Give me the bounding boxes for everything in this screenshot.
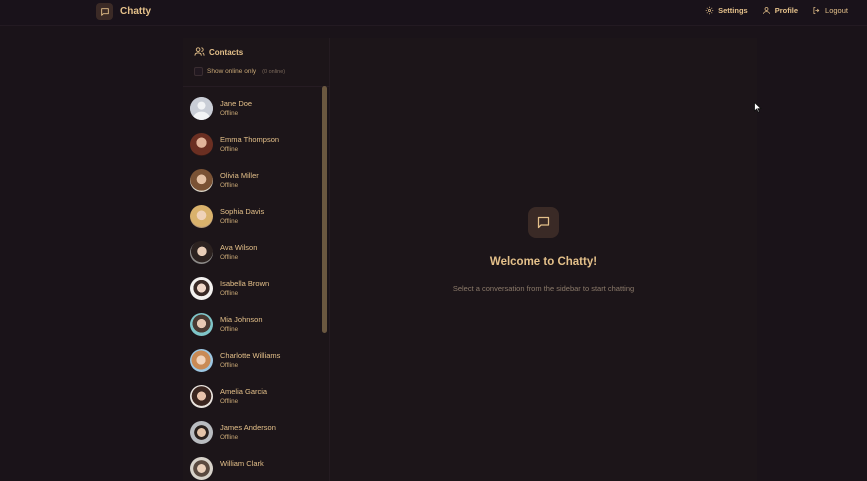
contact-name: Mia Johnson bbox=[220, 315, 263, 324]
settings-link[interactable]: Settings bbox=[705, 6, 748, 15]
settings-label: Settings bbox=[718, 6, 748, 15]
nav-links: Settings Profile Logout bbox=[705, 6, 848, 15]
brand-link[interactable]: Chatty bbox=[96, 3, 151, 20]
contact-name: Emma Thompson bbox=[220, 135, 280, 144]
default-avatar-icon bbox=[190, 97, 213, 120]
chat-bubble-icon bbox=[528, 207, 559, 238]
user-icon bbox=[762, 6, 771, 15]
contact-status: Offline bbox=[220, 290, 239, 297]
contact-item[interactable]: Mia Johnson Offline bbox=[183, 308, 321, 344]
avatar bbox=[190, 277, 213, 300]
contact-status: Offline bbox=[220, 398, 239, 405]
logout-label: Logout bbox=[825, 6, 848, 15]
sidebar-header: Contacts Show online only (0 online) bbox=[194, 46, 324, 76]
contact-item[interactable]: Amelia Garcia Offline bbox=[183, 380, 321, 416]
contact-status: Offline bbox=[220, 146, 239, 153]
welcome-title: Welcome to Chatty! bbox=[489, 256, 598, 268]
contact-item[interactable]: Jane Doe Offline bbox=[183, 92, 321, 128]
avatar bbox=[190, 313, 213, 336]
avatar bbox=[190, 457, 213, 480]
contacts-heading: Contacts bbox=[194, 46, 324, 59]
contacts-title: Contacts bbox=[209, 48, 244, 57]
profile-link[interactable]: Profile bbox=[762, 6, 798, 15]
contact-name: Jane Doe bbox=[220, 99, 253, 108]
contact-name: Amelia Garcia bbox=[220, 387, 268, 396]
contact-status: Offline bbox=[220, 434, 239, 441]
contact-name: Olivia Miller bbox=[220, 171, 259, 180]
contact-item[interactable]: Emma Thompson Offline bbox=[183, 128, 321, 164]
contact-name: William Clark bbox=[220, 459, 264, 468]
contact-item[interactable]: Sophia Davis Offline bbox=[183, 200, 321, 236]
contact-name: Isabella Brown bbox=[220, 279, 270, 288]
avatar bbox=[190, 241, 213, 264]
app-name: Chatty bbox=[120, 6, 152, 17]
online-only-label: Show online only bbox=[207, 68, 257, 75]
top-navbar: Chatty Settings Profile Logout bbox=[0, 0, 867, 26]
avatar bbox=[190, 421, 213, 444]
contact-item[interactable]: William Clark bbox=[183, 452, 321, 481]
avatar bbox=[190, 205, 213, 228]
logout-button[interactable]: Logout bbox=[812, 6, 848, 15]
contact-item[interactable]: James Anderson Offline bbox=[183, 416, 321, 452]
contact-status: Offline bbox=[220, 254, 239, 261]
contact-status: Offline bbox=[220, 110, 239, 117]
contact-list-scrollbar[interactable] bbox=[322, 86, 327, 333]
contact-item[interactable]: Charlotte Williams Offline bbox=[183, 344, 321, 380]
contact-status: Offline bbox=[220, 362, 239, 369]
users-icon bbox=[194, 46, 205, 59]
chat-bubble-icon bbox=[96, 3, 113, 20]
avatar bbox=[190, 385, 213, 408]
logout-icon bbox=[812, 6, 821, 15]
contact-item[interactable]: Ava Wilson Offline bbox=[183, 236, 321, 272]
avatar bbox=[190, 349, 213, 372]
contact-name: James Anderson bbox=[220, 423, 276, 432]
avatar bbox=[190, 169, 213, 192]
contact-name: Charlotte Williams bbox=[220, 351, 281, 360]
welcome-panel: Welcome to Chatty! Select a conversation… bbox=[330, 38, 757, 481]
sidebar-divider bbox=[183, 86, 330, 87]
welcome-subtitle: Select a conversation from the sidebar t… bbox=[452, 284, 635, 293]
online-filter[interactable]: Show online only (0 online) bbox=[194, 67, 324, 76]
contact-status: Offline bbox=[220, 218, 239, 225]
online-count: (0 online) bbox=[262, 68, 286, 75]
online-only-checkbox[interactable] bbox=[194, 67, 203, 76]
contact-item[interactable]: Olivia Miller Offline bbox=[183, 164, 321, 200]
contact-list: Jane Doe Offline Emma Thompson Offline O… bbox=[183, 92, 321, 481]
chat-container: Contacts Show online only (0 online) Jan… bbox=[183, 38, 757, 481]
contact-status: Offline bbox=[220, 182, 239, 189]
contact-status: Offline bbox=[220, 326, 239, 333]
contacts-sidebar: Contacts Show online only (0 online) Jan… bbox=[183, 38, 330, 481]
contact-name: Ava Wilson bbox=[220, 243, 258, 252]
avatar bbox=[190, 133, 213, 156]
contact-item[interactable]: Isabella Brown Offline bbox=[183, 272, 321, 308]
contact-name: Sophia Davis bbox=[220, 207, 265, 216]
profile-label: Profile bbox=[774, 6, 799, 15]
gear-icon bbox=[705, 6, 714, 15]
mouse-pointer-icon bbox=[754, 100, 762, 118]
